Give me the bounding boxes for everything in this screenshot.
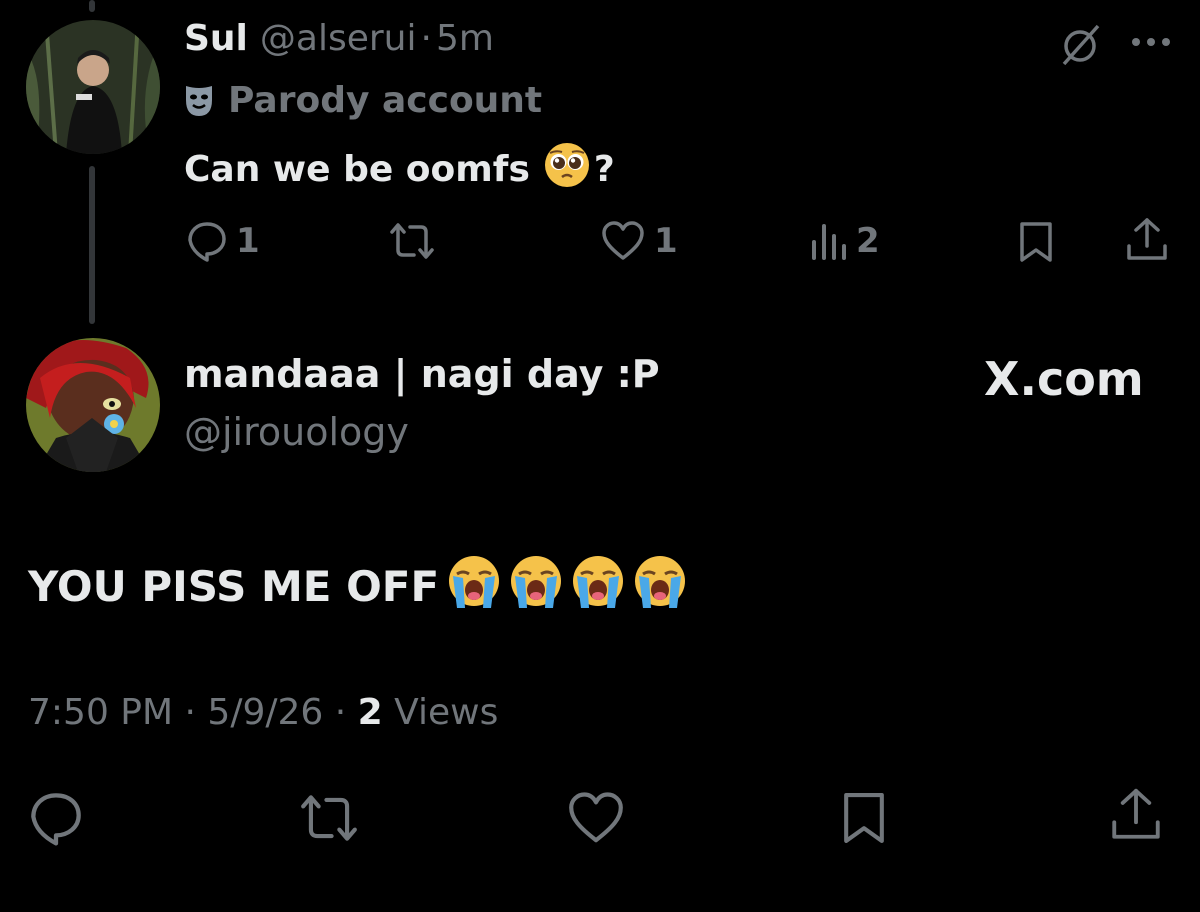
pleading-face-emoji [544,142,590,197]
tweet2-text-content: YOU PISS ME OFF [28,561,440,611]
tweet1-text: Can we be oomfs ? [184,142,615,197]
tweet2-text: YOU PISS ME OFF [28,554,687,618]
more-icon[interactable] [1130,32,1172,52]
thread-line [89,166,95,324]
tweet1-bookmark-icon[interactable] [1016,220,1056,264]
tweet1-retweet-button[interactable] [388,220,436,262]
tweet1-text-suffix: ? [593,149,615,190]
tweet2-author-handle[interactable]: @jirouology [184,410,409,454]
tweet2-separator-1: · [184,692,196,733]
tweet2-bookmark-icon[interactable] [838,790,890,846]
reply-icon [186,220,228,262]
avatar-mandaaa[interactable] [26,338,160,472]
loudly-crying-face-emoji-2 [509,554,563,618]
tweet2-date[interactable]: 5/9/26 [207,692,323,733]
tweet1-like-button[interactable]: 1 [600,220,678,262]
tweet2-time[interactable]: 7:50 PM [28,692,173,733]
tweet1-share-icon[interactable] [1124,216,1170,264]
tweet2-views-count: 2 [357,692,383,733]
avatar-sul[interactable] [26,20,160,154]
grok-icon[interactable] [1058,22,1104,68]
tweet2-separator-2: · [334,692,347,733]
tweet1-time[interactable]: 5m [436,18,494,59]
tweet1-views-button[interactable]: 2 [808,220,880,262]
theater-mask-icon [184,84,214,118]
tweet2-like-icon[interactable] [566,790,626,846]
tweet1-author-name[interactable]: Sul [184,18,248,59]
tweet2-metadata: 7:50 PM · 5/9/26 · 2 Views [28,692,498,733]
loudly-crying-face-emoji-3 [571,554,625,618]
tweet1-views-count: 2 [856,221,880,261]
x-com-text: X.com [984,352,1144,406]
tweet1-reply-count: 1 [236,221,260,261]
tweet2-retweet-icon[interactable] [298,790,360,846]
thread-line-top [89,0,95,12]
parody-label: Parody account [228,80,543,121]
tweet2-author-name[interactable]: mandaaa | nagi day :P [184,352,660,396]
tweet2-views-label: Views [394,692,499,733]
tweet1-separator: · [420,18,432,59]
x-com-brand: X.com [984,352,1144,406]
tweet2-reply-icon[interactable] [28,790,84,846]
tweet1-reply-button[interactable]: 1 [186,220,260,262]
tweet2-share-icon[interactable] [1108,786,1164,844]
loudly-crying-face-emoji-4 [633,554,687,618]
tweet1-author-handle[interactable]: @alserui [260,18,417,59]
retweet-icon [388,220,436,262]
tweet1-text-content: Can we be oomfs [184,149,530,190]
like-icon [600,220,646,262]
tweet1-header: Sul @alserui · 5m [184,18,494,59]
loudly-crying-face-emoji-1 [447,554,501,618]
tweet1-like-count: 1 [654,221,678,261]
parody-badge: Parody account [184,80,542,121]
views-icon [808,220,848,262]
